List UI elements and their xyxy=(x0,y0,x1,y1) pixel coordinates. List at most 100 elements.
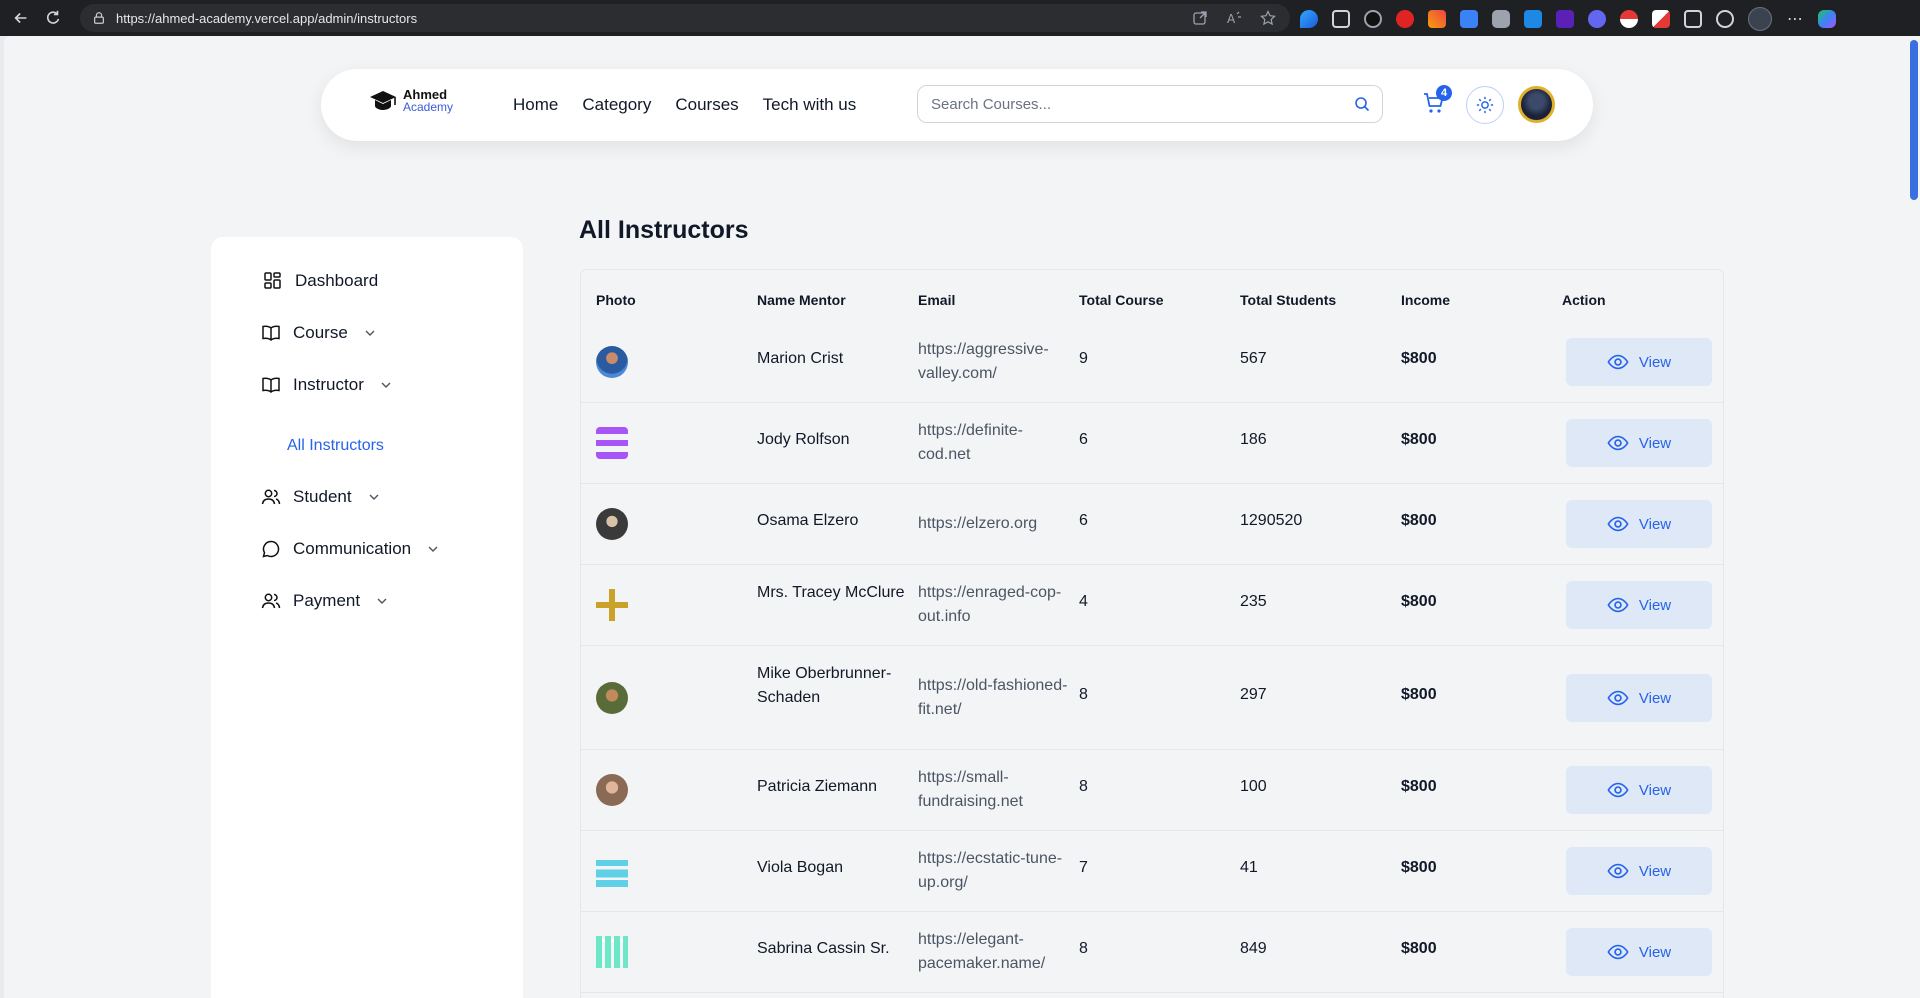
book-icon xyxy=(262,377,280,393)
chevron-down-icon xyxy=(365,330,375,336)
favorite-star-icon[interactable] xyxy=(1260,10,1276,26)
extension-gem-icon[interactable] xyxy=(1300,10,1318,28)
sidebar-item-instructor[interactable]: Instructor xyxy=(261,375,392,395)
total-course: 8 xyxy=(1079,778,1088,795)
extensions-puzzle-icon[interactable] xyxy=(1684,10,1702,28)
income: $800 xyxy=(1401,778,1437,795)
logo-line2: Academy xyxy=(403,100,454,114)
nav-courses[interactable]: Courses xyxy=(675,95,738,115)
view-button[interactable]: View xyxy=(1566,338,1712,386)
view-button[interactable]: View xyxy=(1566,581,1712,629)
column-header-name: Name Mentor xyxy=(757,292,846,308)
view-button[interactable]: View xyxy=(1566,928,1712,976)
view-button[interactable]: View xyxy=(1566,500,1712,548)
sidebar-item-course[interactable]: Course xyxy=(261,323,376,343)
instructor-name: Viola Bogan xyxy=(757,859,843,876)
total-course: 8 xyxy=(1079,686,1088,703)
table-row: Mike Oberbrunner-Schaden https://old-fas… xyxy=(581,646,1723,750)
table-row: Osama Elzero https://elzero.org 6 129052… xyxy=(581,484,1723,565)
more-menu-icon[interactable]: ⋯ xyxy=(1786,10,1804,28)
scrollbar-thumb[interactable] xyxy=(1910,40,1918,200)
logo[interactable]: Ahmed Academy xyxy=(369,88,454,114)
extension-red-icon[interactable] xyxy=(1396,10,1414,28)
read-aloud-icon[interactable]: A xyxy=(1226,10,1242,26)
sidebar-item-communication[interactable]: Communication xyxy=(261,539,439,559)
extension-pen-icon[interactable] xyxy=(1428,10,1446,28)
total-students: 849 xyxy=(1240,940,1267,957)
dashboard-icon xyxy=(264,272,281,289)
column-header-total-students: Total Students xyxy=(1240,292,1337,308)
instructor-photo xyxy=(596,427,628,459)
table-row: Mrs. Tracey McClure https://enraged-cop-… xyxy=(581,565,1723,646)
nav-category[interactable]: Category xyxy=(582,95,651,115)
table-row: Sabrina Cassin Sr. https://elegant-pacem… xyxy=(581,912,1723,993)
main-nav: Home Category Courses Tech with us xyxy=(513,95,856,115)
total-students: 41 xyxy=(1240,859,1258,876)
theme-toggle-button[interactable] xyxy=(1466,86,1504,124)
view-button[interactable]: View xyxy=(1566,419,1712,467)
graduation-cap-icon xyxy=(370,91,396,110)
instructor-photo xyxy=(596,508,628,540)
income: $800 xyxy=(1401,350,1437,367)
page-viewport: Ahmed Academy Home Category Courses Tech… xyxy=(4,36,1908,998)
total-students: 186 xyxy=(1240,431,1267,448)
profile-avatar[interactable] xyxy=(1748,7,1772,31)
instructor-email: https://ecstatic-tune-up.org/ xyxy=(918,850,1063,891)
extension-doc-icon[interactable] xyxy=(1460,10,1478,28)
instructor-email: https://enraged-cop-out.info xyxy=(918,584,1062,625)
instructor-email: https://aggressive-valley.com/ xyxy=(918,341,1049,382)
total-students: 100 xyxy=(1240,778,1267,795)
view-button[interactable]: View xyxy=(1566,766,1712,814)
eye-icon xyxy=(1607,863,1629,879)
view-button[interactable]: View xyxy=(1566,847,1712,895)
instructor-name: Patricia Ziemann xyxy=(757,778,878,795)
extension-dark-icon[interactable] xyxy=(1364,10,1382,28)
nav-home[interactable]: Home xyxy=(513,95,558,115)
back-icon[interactable] xyxy=(10,7,32,29)
sidebar-subitem-all-instructors[interactable]: All Instructors xyxy=(287,437,384,455)
nav-tech-with-us[interactable]: Tech with us xyxy=(763,95,857,115)
search-input[interactable] xyxy=(931,95,1331,113)
copilot-icon[interactable] xyxy=(1818,10,1836,28)
income: $800 xyxy=(1401,431,1437,448)
view-button-label: View xyxy=(1638,353,1672,371)
income: $800 xyxy=(1401,512,1437,529)
instructor-photo xyxy=(596,589,628,621)
column-header-photo: Photo xyxy=(596,292,636,308)
column-header-email: Email xyxy=(918,292,956,308)
extension-f-icon[interactable] xyxy=(1524,10,1542,28)
cart-button[interactable]: 4 xyxy=(1422,85,1452,117)
total-students: 297 xyxy=(1240,686,1267,703)
instructor-photo xyxy=(596,774,628,806)
sidebar-label-communication: Communication xyxy=(293,539,412,558)
instructor-photo xyxy=(596,855,628,887)
favorites-icon[interactable] xyxy=(1716,10,1734,28)
search-icon[interactable] xyxy=(1354,96,1370,112)
sidebar-item-payment[interactable]: Payment xyxy=(261,591,388,611)
extension-pokeball-icon[interactable] xyxy=(1620,10,1638,28)
reload-icon[interactable] xyxy=(42,7,64,29)
sidebar-label-dashboard: Dashboard xyxy=(295,271,379,290)
book-icon xyxy=(262,325,280,341)
sidebar-item-dashboard[interactable]: Dashboard xyxy=(263,271,378,291)
extension-camera-icon[interactable] xyxy=(1492,10,1510,28)
instructor-name: Mrs. Tracey McClure xyxy=(757,584,905,601)
open-in-app-icon[interactable] xyxy=(1192,10,1208,26)
instructor-name: Mike Oberbrunner-Schaden xyxy=(757,665,892,706)
svg-text:A: A xyxy=(1227,12,1236,26)
income: $800 xyxy=(1401,686,1437,703)
user-avatar[interactable] xyxy=(1518,86,1555,123)
view-button[interactable]: View xyxy=(1566,674,1712,722)
eye-icon xyxy=(1607,690,1629,706)
table-row: Viola Bogan https://ecstatic-tune-up.org… xyxy=(581,831,1723,912)
extension-gear-icon[interactable] xyxy=(1588,10,1606,28)
extension-window-icon[interactable] xyxy=(1332,10,1350,28)
extension-purple-icon[interactable] xyxy=(1556,10,1574,28)
extension-image-icon[interactable] xyxy=(1652,10,1670,28)
instructor-email: https://elzero.org xyxy=(918,515,1038,532)
total-course: 8 xyxy=(1079,940,1088,957)
view-button-label: View xyxy=(1638,515,1672,533)
page-scrollbar[interactable] xyxy=(1908,36,1920,998)
address-bar[interactable]: https://ahmed-academy.vercel.app/admin/i… xyxy=(80,4,1290,32)
sidebar-item-student[interactable]: Student xyxy=(261,487,380,507)
